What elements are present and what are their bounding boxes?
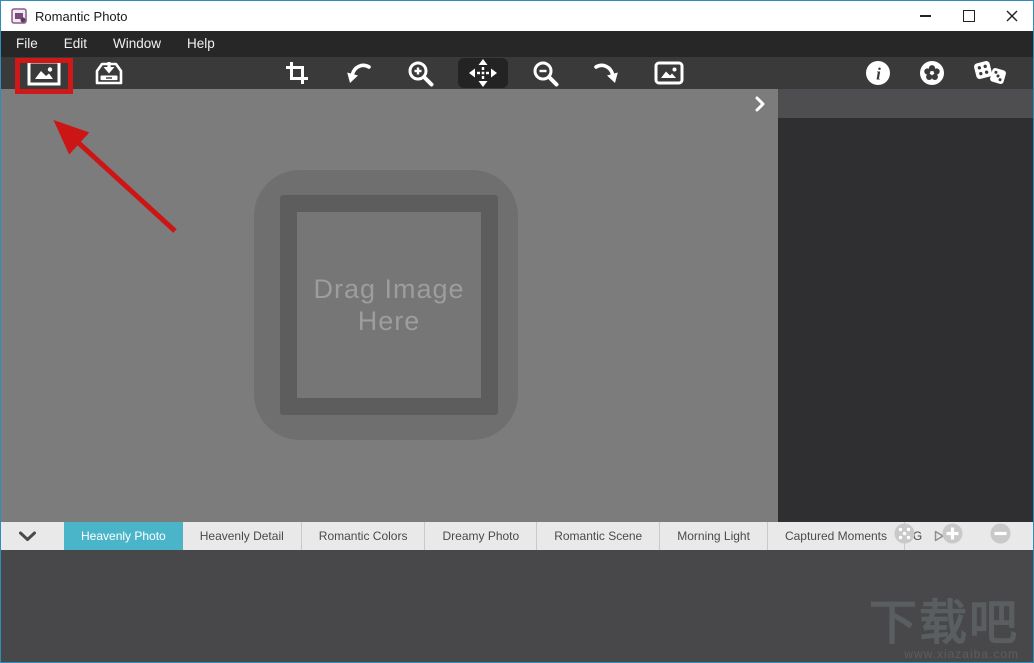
tab-dreamy-photo[interactable]: Dreamy Photo [425,522,537,550]
drop-zone-label-line1: Drag Image [313,273,464,305]
app-logo-icon [11,8,27,24]
tab-morning-light[interactable]: Morning Light [660,522,768,550]
tab-heavenly-detail[interactable]: Heavenly Detail [183,522,302,550]
rotate-right-icon [594,62,620,85]
canvas-area: Drag Image Here [1,89,778,522]
drop-zone-frame: Drag Image Here [280,195,498,415]
dice-icon [972,58,1008,88]
panel-toggle-button[interactable] [754,95,766,118]
crop-icon [285,61,309,85]
right-panel-header [778,89,1034,118]
close-button[interactable] [990,1,1033,31]
info-icon: i [865,60,891,86]
menu-bar: File Edit Window Help [1,31,1033,57]
plus-icon [942,523,963,544]
chevron-right-icon [754,95,766,113]
right-panel [778,89,1034,522]
tabbar-actions [894,522,1011,550]
effects-flower-icon [919,60,945,86]
menu-edit[interactable]: Edit [51,31,100,57]
preset-tab-bar: Heavenly Photo Heavenly Detail Romantic … [1,522,1033,550]
chevron-down-icon [18,531,37,542]
title-bar: Romantic Photo [1,1,1033,31]
window-controls [904,1,1033,31]
drop-zone-label-line2: Here [313,305,464,337]
rotate-right-button[interactable] [585,57,629,89]
close-icon [1006,10,1018,22]
tab-captured-moments[interactable]: Captured Moments [768,522,905,550]
preset-tabs: Heavenly Photo Heavenly Detail Romantic … [64,522,924,550]
watermark-title: 下载吧 [869,601,1019,647]
drop-zone-label: Drag Image Here [313,273,464,337]
randomize-button[interactable] [968,57,1012,89]
rotate-left-button[interactable] [336,57,380,89]
minimize-icon [920,15,931,17]
import-image-button[interactable] [87,57,131,89]
zoom-in-button[interactable] [398,57,442,89]
add-preset-button[interactable] [942,523,963,549]
tabbar-collapse-button[interactable] [7,522,47,550]
minus-icon [990,523,1011,544]
svg-text:i: i [876,65,881,84]
maximize-button[interactable] [947,1,990,31]
random-preset-button[interactable] [894,523,915,549]
preview-image-icon [654,61,684,85]
preview-image-button[interactable] [647,57,691,89]
menu-window[interactable]: Window [100,31,174,57]
toolbar: i [1,57,1033,89]
move-tool-button[interactable] [458,58,508,88]
effects-button[interactable] [910,57,954,89]
random-dice-icon [894,523,915,544]
window-title: Romantic Photo [35,9,128,24]
move-icon [468,58,498,88]
watermark: 下载吧 www.xiazaiba.com [869,601,1019,661]
menu-help[interactable]: Help [174,31,228,57]
remove-preset-button[interactable] [990,523,1011,549]
tab-heavenly-photo[interactable]: Heavenly Photo [64,522,183,550]
drop-zone[interactable]: Drag Image Here [254,170,518,440]
thumbnail-strip: 下载吧 www.xiazaiba.com [1,550,1033,663]
zoom-in-icon [407,60,434,87]
menu-file[interactable]: File [3,31,51,57]
import-image-icon [93,60,125,87]
app-window: Romantic Photo File Edit Window Help [0,0,1034,663]
maximize-icon [963,10,975,22]
info-button[interactable]: i [856,57,900,89]
zoom-out-button[interactable] [523,57,567,89]
tab-romantic-scene[interactable]: Romantic Scene [537,522,660,550]
rotate-left-icon [345,62,371,85]
crop-tool-button[interactable] [275,57,319,89]
tab-romantic-colors[interactable]: Romantic Colors [302,522,426,550]
zoom-out-icon [532,60,559,87]
annotation-highlight-box [15,58,73,94]
minimize-button[interactable] [904,1,947,31]
